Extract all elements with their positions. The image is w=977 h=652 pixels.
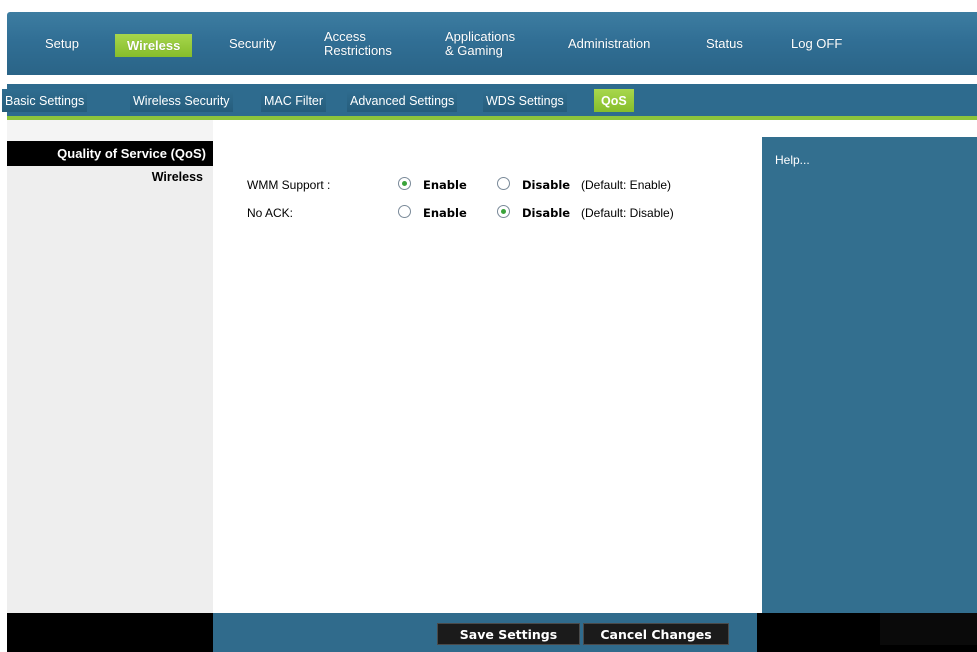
no-ack-enable-radio[interactable] <box>398 205 411 218</box>
top-navigation: Setup Wireless Security Access Restricti… <box>0 0 977 84</box>
nav-label-line2: & Gaming <box>445 42 503 58</box>
nav-security[interactable]: Security <box>229 12 276 75</box>
no-ack-enable-label: Enable <box>423 206 467 220</box>
tab-basic-settings[interactable]: Basic Settings <box>2 89 88 112</box>
left-panel-top <box>7 120 213 142</box>
nav-administration[interactable]: Administration <box>568 12 650 75</box>
help-panel <box>762 137 977 613</box>
tab-qos[interactable]: QoS <box>594 89 634 112</box>
footer-left <box>7 613 213 652</box>
sub-navigation: Basic Settings Wireless Security MAC Fil… <box>2 84 977 120</box>
top-nav-bar: Setup Wireless Security Access Restricti… <box>7 12 977 75</box>
help-link[interactable]: Help... <box>775 153 810 167</box>
no-ack-row: No ACK: Enable Disable (Default: Disable… <box>213 203 757 223</box>
tab-advanced-settings[interactable]: Advanced Settings <box>347 89 458 112</box>
no-ack-label: No ACK: <box>247 206 294 220</box>
wmm-support-label: WMM Support : <box>247 178 331 192</box>
cancel-changes-button[interactable]: Cancel Changes <box>583 623 729 645</box>
tab-wireless-security[interactable]: Wireless Security <box>130 89 233 112</box>
save-settings-button[interactable]: Save Settings <box>437 623 580 645</box>
no-ack-disable-radio[interactable] <box>497 205 510 218</box>
nav-access-restrictions[interactable]: Access Restrictions <box>324 12 392 75</box>
footer-right-dark <box>880 613 977 645</box>
nav-applications-gaming[interactable]: Applications & Gaming <box>445 12 515 75</box>
section-title: Quality of Service (QoS) <box>7 141 213 166</box>
wmm-enable-radio[interactable] <box>398 177 411 190</box>
no-ack-default-text: (Default: Disable) <box>581 206 674 220</box>
wmm-default-text: (Default: Enable) <box>581 178 672 192</box>
left-panel: Quality of Service (QoS) Wireless <box>7 120 213 613</box>
main-content: WMM Support : Enable Disable (Default: E… <box>213 128 757 613</box>
section-subtitle: Wireless <box>151 170 203 184</box>
wmm-support-row: WMM Support : Enable Disable (Default: E… <box>213 175 757 195</box>
nav-status[interactable]: Status <box>706 12 743 75</box>
no-ack-disable-label: Disable <box>522 206 571 220</box>
tab-wds-settings[interactable]: WDS Settings <box>483 89 567 112</box>
nav-label-line1: Applications <box>445 28 516 44</box>
tab-mac-filter[interactable]: MAC Filter <box>261 89 327 112</box>
wmm-disable-radio[interactable] <box>497 177 510 190</box>
nav-label-line1: Access <box>324 28 366 44</box>
nav-label-line2: Restrictions <box>324 42 392 58</box>
help-panel-frame <box>757 120 977 613</box>
nav-wireless[interactable]: Wireless <box>115 34 193 57</box>
nav-setup[interactable]: Setup <box>45 12 79 75</box>
nav-log-off[interactable]: Log OFF <box>791 12 842 75</box>
wmm-enable-label: Enable <box>423 178 467 192</box>
wmm-disable-label: Disable <box>522 178 571 192</box>
